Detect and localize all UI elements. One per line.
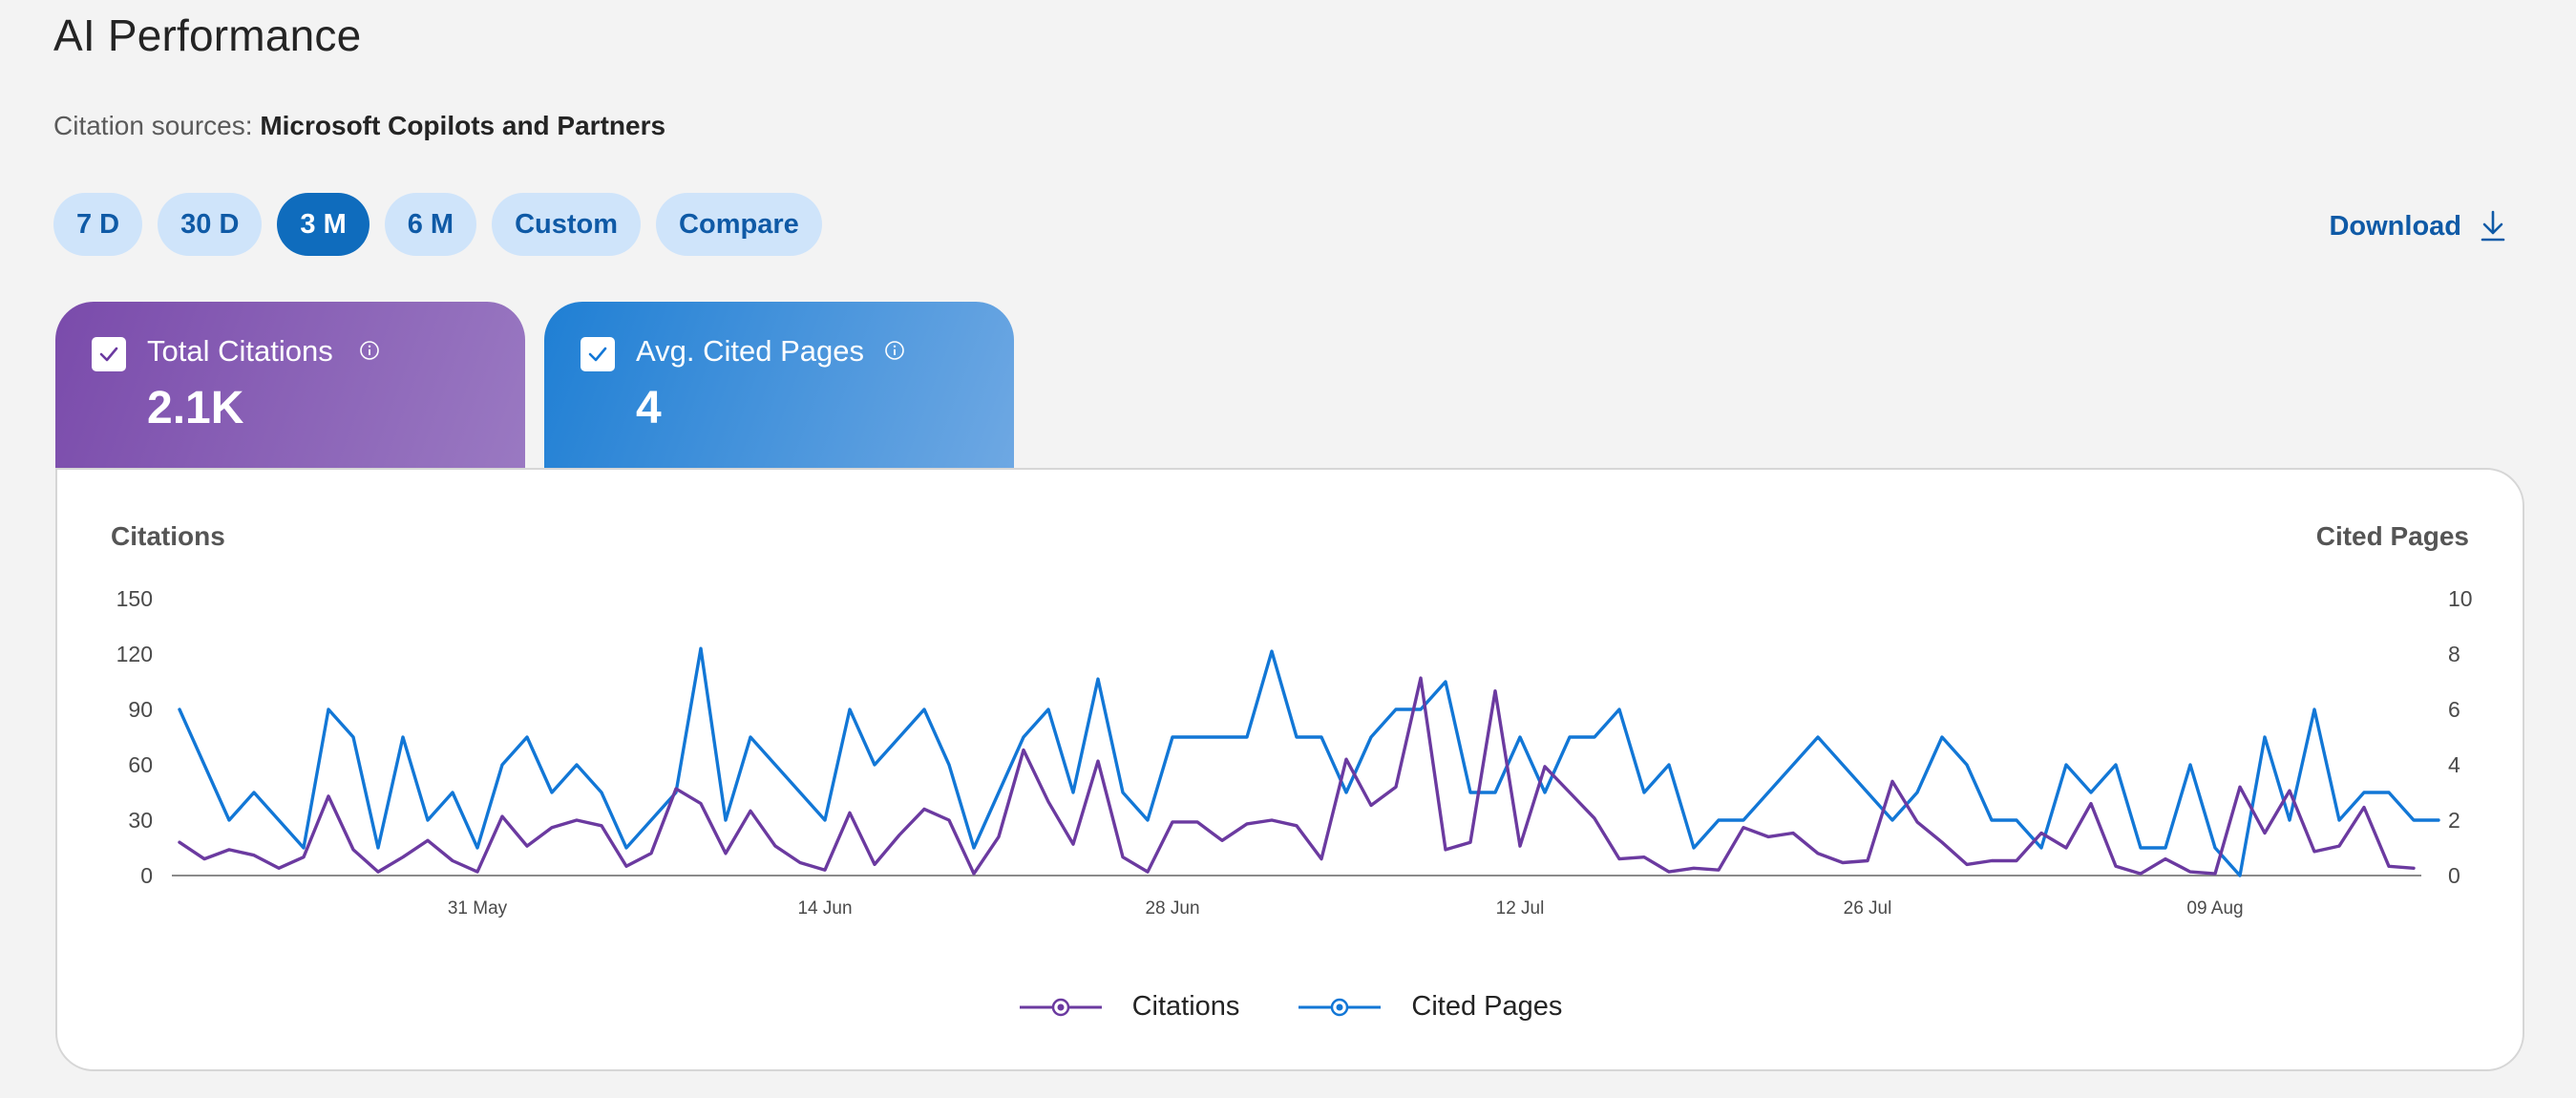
right-axis-tick-label: 0	[2448, 863, 2460, 888]
total-citations-value: 2.1K	[147, 383, 244, 433]
avg-cited-pages-checkbox[interactable]	[581, 337, 615, 371]
citation-sources: Citation sources: Microsoft Copilots and…	[53, 111, 665, 141]
citations-legend-marker	[1019, 998, 1102, 1016]
left-axis-tick-label: 30	[128, 808, 153, 833]
legend-label-citations: Citations	[1131, 991, 1240, 1022]
download-icon	[2481, 210, 2505, 242]
avg-cited-pages-value: 4	[636, 383, 662, 433]
info-icon[interactable]	[359, 340, 380, 361]
download-label: Download	[2329, 210, 2461, 242]
legend-label-cited-pages: Cited Pages	[1411, 991, 1563, 1022]
checkmark-icon	[588, 347, 607, 362]
right-axis-tick-label: 2	[2448, 808, 2460, 833]
left-axis-tick-label: 150	[116, 586, 153, 611]
download-button[interactable]: Download	[2329, 210, 2507, 243]
range-3m-button[interactable]: 3 M	[277, 193, 370, 256]
x-axis-tick-label: 28 Jun	[1145, 898, 1199, 919]
avg-cited-pages-tile[interactable]: Avg. Cited Pages 4	[544, 302, 1014, 472]
x-axis-tick-label: 09 Aug	[2186, 898, 2243, 919]
left-axis-tick-label: 60	[128, 752, 153, 777]
right-axis-tick-label: 6	[2448, 697, 2460, 722]
info-icon[interactable]	[884, 340, 905, 361]
x-axis-tick-label: 12 Jul	[1496, 898, 1545, 919]
left-axis-tick-label: 90	[128, 697, 153, 722]
performance-chart-card: Citations Cited Pages 0 30 60 90 120 150 0 2 4 6 8…	[55, 468, 2524, 1071]
range-compare-button[interactable]: Compare	[656, 193, 822, 256]
page-title: AI Performance	[53, 11, 362, 60]
total-citations-tile[interactable]: Total Citations 2.1K	[55, 302, 525, 472]
legend-item-citations[interactable]: Citations	[1018, 991, 1240, 1023]
right-axis-tick-label: 4	[2448, 752, 2460, 777]
left-axis-tick-label: 120	[116, 642, 153, 666]
x-axis-tick-label: 26 Jul	[1844, 898, 1892, 919]
range-7d-button[interactable]: 7 D	[53, 193, 143, 256]
range-30d-button[interactable]: 30 D	[158, 193, 263, 256]
total-citations-label: Total Citations	[147, 334, 333, 368]
range-6m-button[interactable]: 6 M	[384, 193, 477, 256]
x-axis-tick-label: 31 May	[448, 898, 508, 919]
checkmark-icon	[99, 347, 118, 362]
total-citations-checkbox[interactable]	[92, 337, 126, 371]
line-chart: 0 30 60 90 120 150 0 2 4 6 8 10 31 May 14 Jun 28 Jun 12…	[116, 586, 2473, 919]
left-axis-tick-label: 0	[140, 863, 153, 888]
legend-item-cited-pages[interactable]: Cited Pages	[1297, 991, 1562, 1023]
citation-sources-value: Microsoft Copilots and Partners	[260, 111, 666, 140]
right-axis-tick-label: 8	[2448, 642, 2460, 666]
citation-sources-label: Citation sources:	[53, 111, 253, 140]
range-custom-button[interactable]: Custom	[492, 193, 642, 256]
right-axis-tick-label: 10	[2448, 586, 2473, 611]
chart-legend: Citations Cited Pages	[57, 991, 2523, 1023]
avg-cited-pages-label: Avg. Cited Pages	[636, 334, 864, 368]
x-axis-tick-label: 14 Jun	[797, 898, 852, 919]
date-range-selector: 7 D 30 D 3 M 6 M Custom Compare	[53, 193, 822, 256]
cited-pages-legend-marker	[1299, 998, 1382, 1016]
citations-series-line	[178, 676, 2416, 876]
